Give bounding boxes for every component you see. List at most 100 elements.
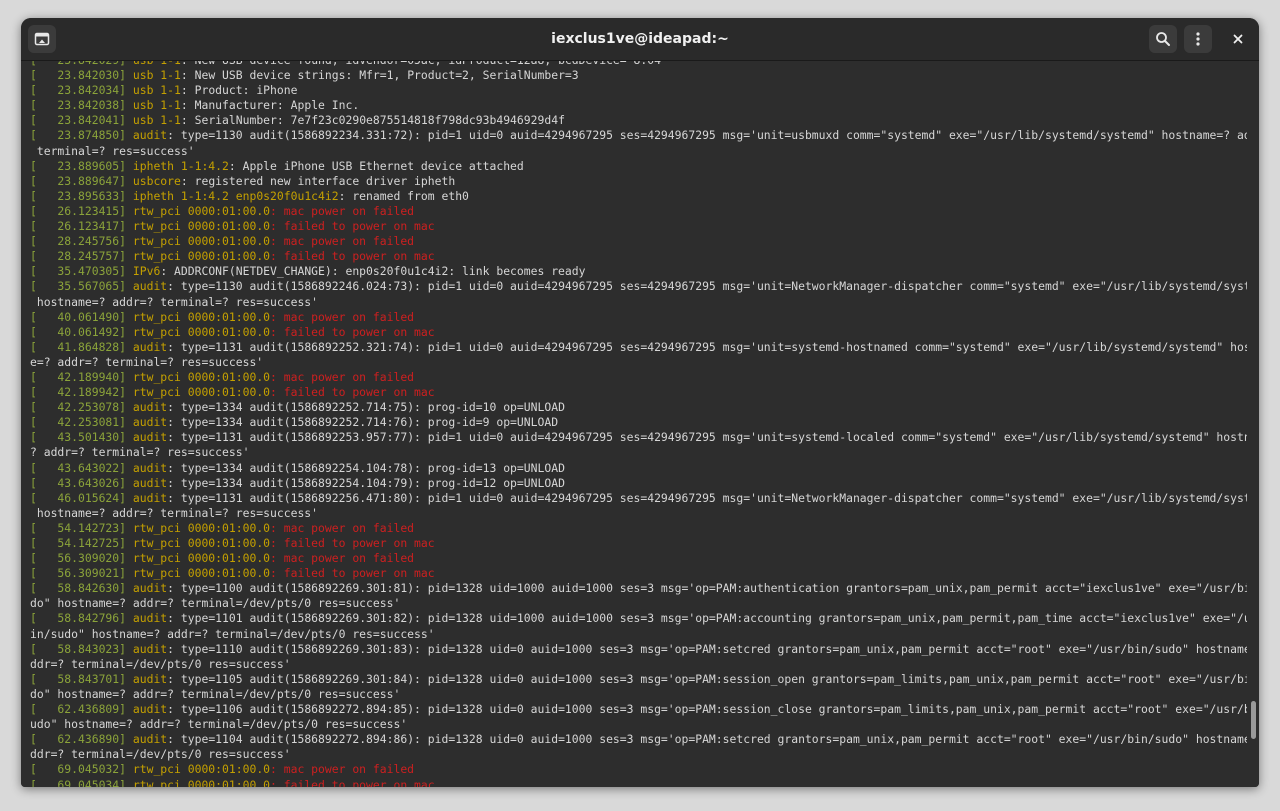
log-message: : type=1334 audit(1586892252.714:75): pr… [167,400,565,415]
menu-button[interactable] [1184,25,1212,53]
new-tab-button[interactable] [28,25,56,53]
log-message: : type=1130 audit(1586892246.024:73): pi… [167,279,1247,294]
timestamp: [ 58.842630] [30,581,133,596]
log-line: [ 62.436890] audit: type=1104 audit(1586… [30,732,1247,747]
log-source: rtw_pci 0000:01:00.0 [132,551,271,566]
log-message: terminal=? res=success' [30,143,195,158]
close-icon [1233,34,1243,44]
timestamp: [ 23.889605] [30,158,133,173]
log-line: [ 23.842030] usb 1-1: New USB device str… [30,68,1247,83]
log-line: [ 43.643022] audit: type=1334 audit(1586… [30,461,1247,476]
log-message: : type=1131 audit(1586892256.471:80): pi… [167,490,1247,505]
log-line: [ 56.309021] rtw_pci 0000:01:00.0: faile… [30,566,1247,581]
log-message: do" hostname=? addr=? terminal=/dev/pts/… [30,596,401,611]
log-message: e=? addr=? terminal=? res=success' [30,354,264,369]
log-line: e=? addr=? terminal=? res=success' [30,355,1247,370]
log-line: [ 23.842038] usb 1-1: Manufacturer: Appl… [30,98,1247,113]
log-message: : type=1100 audit(1586892269.301:81): pi… [167,581,1247,596]
timestamp: [ 42.189942] [30,385,133,400]
log-line: [ 58.843701] audit: type=1105 audit(1586… [30,672,1247,687]
log-source: rtw_pci 0000:01:00.0 [132,234,271,249]
timestamp: [ 26.123417] [30,219,133,234]
log-message: : failed to power on mac [270,324,435,339]
search-button[interactable] [1149,25,1177,53]
log-line: [ 42.253081] audit: type=1334 audit(1586… [30,415,1247,430]
log-source: ipheth 1-1:4.2 [132,158,229,173]
timestamp: [ 58.843023] [30,641,133,656]
log-line: [ 62.436809] audit: type=1106 audit(1586… [30,702,1247,717]
log-message: : failed to power on mac [270,219,435,234]
log-message: : failed to power on mac [270,566,435,581]
log-line: terminal=? res=success' [30,144,1247,159]
log-message: udo" hostname=? addr=? terminal=/dev/pts… [30,717,408,732]
log-source: IPv6 [132,264,161,279]
log-lines: [ 23.842029] usb 1-1: New USB device fou… [30,61,1247,787]
log-message: : type=1334 audit(1586892254.104:78): pr… [167,460,565,475]
timestamp: [ 23.889647] [30,173,133,188]
log-line: [ 23.842041] usb 1-1: SerialNumber: 7e7f… [30,113,1247,128]
log-line: [ 58.842796] audit: type=1101 audit(1586… [30,611,1247,626]
log-source: audit [132,475,168,490]
timestamp: [ 43.501430] [30,430,133,445]
log-line: [ 43.643026] audit: type=1334 audit(1586… [30,476,1247,491]
terminal-output[interactable]: [ 23.842029] usb 1-1: New USB device fou… [21,61,1259,787]
terminal-tab-icon [34,32,50,46]
log-message: : type=1105 audit(1586892269.301:84): pi… [167,671,1247,686]
log-source: audit [132,641,168,656]
log-line: ? addr=? terminal=? res=success' [30,445,1247,460]
log-source: audit [132,671,168,686]
log-message: : Manufacturer: Apple Inc. [180,98,360,113]
log-line: [ 26.123417] rtw_pci 0000:01:00.0: faile… [30,219,1247,234]
timestamp: [ 35.470305] [30,264,133,279]
log-message: : type=1131 audit(1586892253.957:77): pi… [167,430,1247,445]
log-message: : renamed from eth0 [338,188,469,203]
log-line: [ 35.567065] audit: type=1130 audit(1586… [30,279,1247,294]
log-line: [ 26.123415] rtw_pci 0000:01:00.0: mac p… [30,204,1247,219]
log-source: ipheth 1-1:4.2 enp0s20f0u1c4i2 [132,188,339,203]
log-source: audit [132,279,168,294]
log-message: : type=1131 audit(1586892252.321:74): pi… [167,339,1247,354]
log-line: ddr=? terminal=/dev/pts/0 res=success' [30,657,1247,672]
log-source: audit [132,611,168,626]
log-source: usb 1-1 [132,98,181,113]
timestamp: [ 62.436890] [30,732,133,747]
log-line: [ 35.470305] IPv6: ADDRCONF(NETDEV_CHANG… [30,264,1247,279]
timestamp: [ 23.842030] [30,68,133,83]
timestamp: [ 40.061492] [30,324,133,339]
timestamp: [ 54.142725] [30,536,133,550]
log-line: ddr=? terminal=/dev/pts/0 res=success' [30,747,1247,762]
log-message: ddr=? terminal=/dev/pts/0 res=success' [30,656,291,671]
log-source: rtw_pci 0000:01:00.0 [132,536,271,550]
log-source: usb 1-1 [132,83,181,98]
log-message: : mac power on failed [270,520,415,535]
log-source: audit [132,490,168,505]
log-message: : mac power on failed [270,234,415,249]
timestamp: [ 23.842029] [30,61,133,67]
log-source: rtw_pci 0000:01:00.0 [132,309,271,324]
timestamp: [ 46.015624] [30,490,133,505]
timestamp: [ 56.309021] [30,566,133,581]
log-message: : ADDRCONF(NETDEV_CHANGE): enp0s20f0u1c4… [160,264,586,279]
log-message: : type=1334 audit(1586892254.104:79): pr… [167,475,565,490]
log-line: do" hostname=? addr=? terminal=/dev/pts/… [30,687,1247,702]
timestamp: [ 40.061490] [30,309,133,324]
log-message: ? addr=? terminal=? res=success' [30,445,250,460]
log-source: audit [132,581,168,596]
close-button[interactable] [1224,25,1252,53]
log-line: [ 54.142723] rtw_pci 0000:01:00.0: mac p… [30,521,1247,536]
log-source: rtw_pci 0000:01:00.0 [132,520,271,535]
log-line: [ 58.843023] audit: type=1110 audit(1586… [30,642,1247,657]
log-line: [ 28.245756] rtw_pci 0000:01:00.0: mac p… [30,234,1247,249]
log-line: [ 69.045032] rtw_pci 0000:01:00.0: mac p… [30,762,1247,777]
timestamp: [ 23.842034] [30,83,133,98]
timestamp: [ 56.309020] [30,551,133,566]
log-line: udo" hostname=? addr=? terminal=/dev/pts… [30,717,1247,732]
log-source: rtw_pci 0000:01:00.0 [132,324,271,339]
log-source: rtw_pci 0000:01:00.0 [132,777,271,788]
log-line: hostname=? addr=? terminal=? res=success… [30,295,1247,310]
timestamp: [ 58.843701] [30,671,133,686]
log-line: [ 23.842029] usb 1-1: New USB device fou… [30,61,1247,68]
log-line: in/sudo" hostname=? addr=? terminal=/dev… [30,627,1247,642]
log-message: : Apple iPhone USB Ethernet device attac… [228,158,524,173]
scrollbar-thumb[interactable] [1251,701,1256,739]
